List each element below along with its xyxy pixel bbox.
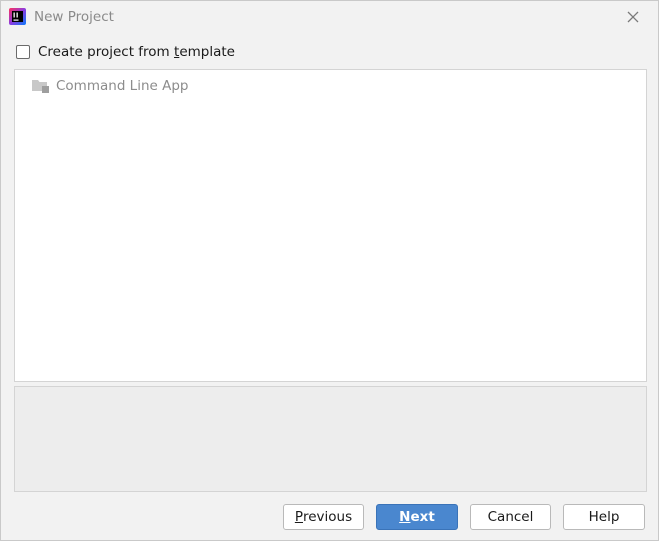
title-bar: New Project [1, 1, 658, 33]
template-list: Command Line App [14, 69, 647, 382]
list-item-label: Command Line App [56, 78, 189, 94]
close-icon[interactable] [625, 9, 641, 25]
cancel-button[interactable]: Cancel [470, 504, 551, 530]
create-from-template-option[interactable]: Create project from template [16, 43, 235, 61]
list-item[interactable]: Command Line App [32, 77, 188, 95]
new-project-dialog: New Project Create project from template… [0, 0, 659, 541]
intellij-app-icon [9, 8, 26, 25]
next-button[interactable]: Next [376, 504, 458, 530]
help-button[interactable]: Help [563, 504, 645, 530]
previous-button[interactable]: Previous [283, 504, 364, 530]
create-from-template-checkbox[interactable] [16, 45, 30, 59]
template-description-panel [14, 386, 647, 492]
window-title: New Project [34, 9, 114, 25]
create-from-template-label: Create project from template [38, 44, 235, 60]
folder-icon [32, 80, 49, 93]
